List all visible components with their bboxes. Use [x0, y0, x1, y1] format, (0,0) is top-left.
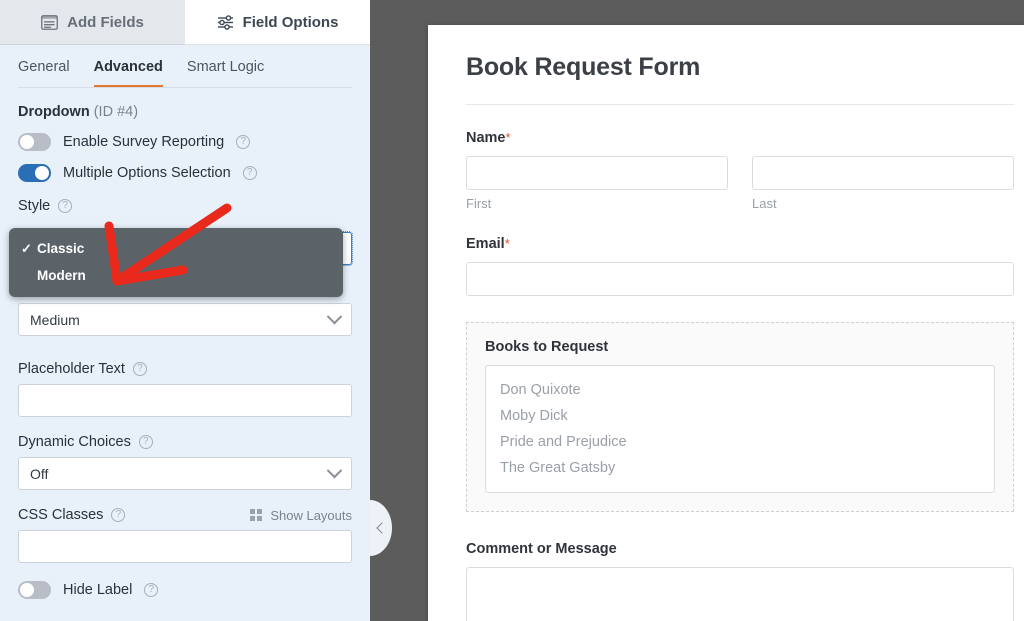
list-item[interactable]: Moby Dick: [486, 403, 994, 429]
collapse-panel-button[interactable]: [370, 500, 392, 556]
chevron-down-icon: [327, 309, 343, 325]
style-label: Style: [18, 198, 50, 214]
option-multiple-options-selection[interactable]: Multiple Options Selection ?: [0, 151, 370, 182]
style-option-classic[interactable]: ✓ Classic: [9, 235, 343, 262]
field-id-label: (ID #4): [94, 104, 138, 120]
form-preview-card: Book Request Form Name* First Last: [428, 25, 1024, 621]
style-option-modern-label: Modern: [37, 268, 86, 283]
panel-tab-bar: Add Fields Field Options: [0, 0, 370, 45]
chevron-left-icon: [376, 522, 387, 533]
chevron-down-icon: [327, 463, 343, 479]
form-builder-screen: Add Fields Field Options General: [0, 0, 1024, 621]
help-icon[interactable]: ?: [236, 135, 250, 149]
field-heading: Dropdown (ID #4): [0, 88, 370, 120]
dynamic-choices-select[interactable]: Off: [18, 457, 352, 490]
name-first-input[interactable]: [466, 156, 728, 190]
multiple-options-label: Multiple Options Selection: [63, 165, 231, 181]
books-multiselect[interactable]: Don Quixote Moby Dick Pride and Prejudic…: [485, 365, 995, 493]
page-title: Book Request Form: [466, 53, 1014, 82]
css-classes-label-row: CSS Classes ? Show Layouts: [18, 507, 352, 523]
style-option-modern[interactable]: Modern: [9, 262, 343, 289]
grid-icon: [250, 509, 263, 522]
name-last-col: Last: [752, 156, 1014, 211]
field-options-panel: Add Fields Field Options General: [0, 0, 370, 621]
survey-reporting-label: Enable Survey Reporting: [63, 134, 224, 150]
help-icon[interactable]: ?: [243, 166, 257, 180]
help-icon[interactable]: ?: [58, 199, 72, 213]
style-option-classic-label: Classic: [37, 241, 84, 256]
email-field[interactable]: [466, 262, 1014, 296]
dynamic-choices-group: Dynamic Choices ? Off: [0, 418, 370, 490]
preview-field-comment[interactable]: Comment or Message: [466, 512, 1014, 621]
dynamic-choices-value: Off: [30, 466, 48, 482]
hide-label-label: Hide Label: [63, 582, 132, 598]
preview-field-name[interactable]: Name* First Last: [466, 105, 1014, 211]
tab-add-fields-label: Add Fields: [67, 14, 144, 31]
option-enable-survey-reporting[interactable]: Enable Survey Reporting ?: [0, 120, 370, 151]
preview-comment-label: Comment or Message: [466, 541, 617, 557]
size-group: Medium: [18, 303, 352, 336]
form-preview-area: Book Request Form Name* First Last: [370, 0, 1024, 621]
style-dropdown-menu[interactable]: ✓ Classic Modern: [9, 228, 343, 297]
comment-textarea[interactable]: [466, 567, 1014, 621]
placeholder-text-input[interactable]: [18, 384, 352, 417]
placeholder-text-label: Placeholder Text: [18, 361, 125, 377]
tab-add-fields[interactable]: Add Fields: [0, 0, 185, 45]
preview-field-books-to-request[interactable]: Books to Request Don Quixote Moby Dick P…: [466, 322, 1014, 512]
css-classes-group: CSS Classes ? Show Layouts: [0, 491, 370, 563]
help-icon[interactable]: ?: [144, 583, 158, 597]
hide-label-toggle[interactable]: [18, 581, 51, 599]
tab-field-options[interactable]: Field Options: [185, 0, 370, 45]
list-item[interactable]: Pride and Prejudice: [486, 429, 994, 455]
preview-email-label: Email: [466, 236, 505, 252]
dynamic-choices-label: Dynamic Choices: [18, 434, 131, 450]
help-icon[interactable]: ?: [133, 362, 147, 376]
placeholder-text-group: Placeholder Text ?: [0, 345, 370, 417]
option-hide-label[interactable]: Hide Label ?: [0, 568, 370, 599]
name-inputs-row: First Last: [466, 156, 1014, 211]
email-input-row: [466, 262, 1014, 296]
subtab-divider: [18, 87, 352, 88]
subtab-general[interactable]: General: [18, 59, 70, 88]
name-last-input[interactable]: [752, 156, 1014, 190]
dynamic-choices-label-row: Dynamic Choices ?: [18, 434, 352, 450]
required-marker: *: [505, 236, 510, 251]
survey-reporting-toggle[interactable]: [18, 133, 51, 151]
tab-field-options-label: Field Options: [243, 14, 339, 31]
list-item[interactable]: Don Quixote: [486, 377, 994, 403]
css-classes-input[interactable]: [18, 530, 352, 563]
show-layouts-label: Show Layouts: [270, 508, 352, 523]
style-group: Style ?: [0, 182, 370, 214]
placeholder-text-label-row: Placeholder Text ?: [18, 361, 352, 377]
preview-field-email[interactable]: Email*: [466, 211, 1014, 296]
sub-tab-bar: General Advanced Smart Logic: [0, 45, 370, 88]
subtab-advanced[interactable]: Advanced: [94, 59, 163, 88]
fields-list-icon: [41, 15, 58, 30]
check-icon: ✓: [21, 241, 37, 257]
style-label-row: Style ?: [18, 198, 352, 214]
list-item[interactable]: The Great Gatsby: [486, 455, 994, 481]
multiple-options-toggle[interactable]: [18, 164, 51, 182]
help-icon[interactable]: ?: [139, 435, 153, 449]
size-value: Medium: [30, 312, 80, 328]
size-select[interactable]: Medium: [18, 303, 352, 336]
name-first-sublabel: First: [466, 196, 728, 211]
field-type-label: Dropdown: [18, 104, 90, 120]
subtab-smart-logic[interactable]: Smart Logic: [187, 59, 264, 88]
preview-books-label: Books to Request: [485, 339, 995, 355]
css-classes-label: CSS Classes: [18, 507, 103, 523]
sliders-icon: [217, 15, 234, 30]
required-marker: *: [506, 130, 511, 145]
name-first-col: First: [466, 156, 728, 211]
comment-input-row: [466, 567, 1014, 621]
help-icon[interactable]: ?: [111, 508, 125, 522]
preview-name-label: Name: [466, 130, 506, 146]
show-layouts-button[interactable]: Show Layouts: [250, 508, 352, 523]
name-last-sublabel: Last: [752, 196, 1014, 211]
